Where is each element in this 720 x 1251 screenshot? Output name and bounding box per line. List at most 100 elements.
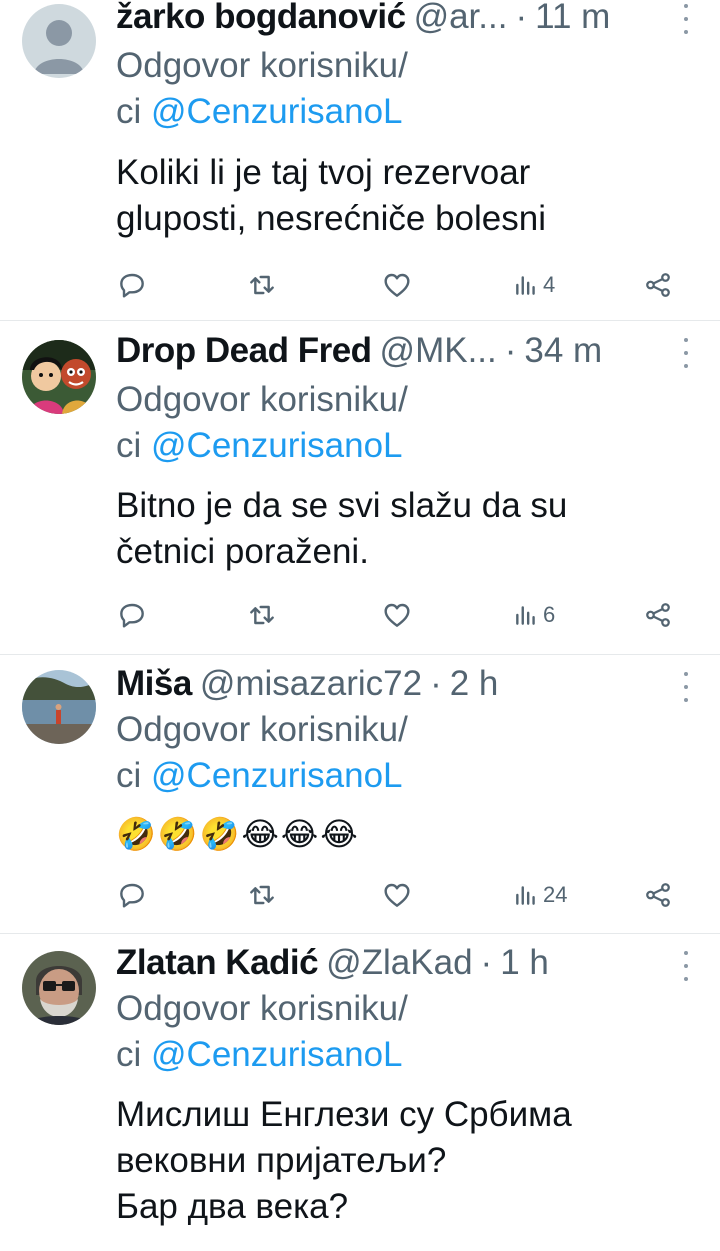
tweet-header: Zlatan Kadić @ZlaKad · 1 h — [116, 940, 656, 986]
more-icon[interactable] — [680, 4, 692, 34]
more-icon[interactable] — [680, 338, 692, 368]
emoji: 😂 — [320, 816, 358, 852]
mention-link[interactable]: @CenzurisanoL — [151, 1035, 403, 1074]
divider — [0, 933, 720, 934]
views-count: 4 — [543, 272, 556, 297]
divider — [0, 654, 720, 655]
share-button[interactable] — [643, 595, 673, 635]
author-name[interactable]: Drop Dead Fred — [116, 328, 372, 374]
like-button[interactable] — [381, 875, 413, 915]
beach-avatar-icon — [22, 670, 96, 744]
mention-link[interactable]: @CenzurisanoL — [151, 92, 403, 131]
reply-icon — [120, 883, 144, 908]
emoji: 🤣 — [157, 816, 198, 852]
man-glasses-avatar-icon — [22, 951, 96, 1025]
reply-button[interactable] — [116, 265, 148, 305]
retweet-button[interactable] — [246, 875, 278, 915]
author-handle[interactable]: @ar... — [414, 0, 508, 40]
separator-dot: · — [480, 943, 493, 982]
reply-prefix: Odgovor korisniku/ — [116, 380, 408, 419]
tweet-text-line: Бар два века? — [116, 1187, 349, 1226]
reply-prefix: Odgovor korisniku/ — [116, 46, 408, 85]
more-icon[interactable] — [680, 672, 692, 702]
like-icon — [384, 273, 410, 297]
action-bar: 4 — [0, 265, 720, 305]
reply-icon — [120, 273, 144, 298]
retweet-button[interactable] — [246, 265, 278, 305]
reply-prefix-cont: ci — [116, 426, 142, 465]
author-name[interactable]: Zlatan Kadić — [116, 940, 319, 986]
separator-dot: · — [430, 664, 442, 703]
views-count: 24 — [543, 882, 568, 907]
timestamp[interactable]: 1 h — [500, 940, 549, 986]
retweet-button[interactable] — [246, 595, 278, 635]
mention-link[interactable]: @CenzurisanoL — [151, 756, 403, 795]
cartoon-avatar-icon — [22, 340, 96, 414]
tweet-header: Miša @misazaric72 · 2 h — [116, 661, 656, 707]
avatar[interactable] — [22, 340, 96, 414]
tweet-text-line: gluposti, nesrećniče bolesni — [116, 199, 546, 238]
timestamp[interactable]: 11 m — [535, 0, 610, 40]
mention-link[interactable]: @CenzurisanoL — [151, 426, 403, 465]
like-icon — [384, 883, 410, 907]
action-bar: 6 — [0, 595, 720, 635]
reply-button[interactable] — [116, 875, 148, 915]
tweet-text: Мислиш Енглези су Србима вековни пријате… — [116, 1092, 680, 1230]
default-avatar-icon — [22, 4, 96, 78]
views-icon — [516, 276, 535, 295]
separator-dot: · — [504, 331, 517, 370]
emoji: 🤣 — [199, 816, 240, 852]
reply-prefix-cont: ci — [116, 1035, 142, 1074]
separator-dot: · — [515, 0, 528, 36]
tweet-text-line: Bitno je da se svi slažu da su — [116, 486, 568, 525]
retweet-icon — [250, 605, 274, 625]
tweet-header: žarko bogdanović @ar... · 11 m — [116, 0, 656, 40]
share-button[interactable] — [643, 265, 673, 305]
views-count: 6 — [543, 602, 556, 627]
reply-button[interactable] — [116, 595, 148, 635]
reply-context: Odgovor korisniku/ ci @CenzurisanoL — [116, 377, 680, 469]
tweet-text-line: Мислиш Енглези су Србима — [116, 1095, 572, 1134]
tweet-text: Koliki li je taj tvoj rezervoar gluposti… — [116, 150, 680, 242]
reply-context: Odgovor korisniku/ ci @CenzurisanoL — [116, 707, 680, 799]
author-name[interactable]: žarko bogdanović — [116, 0, 406, 40]
like-button[interactable] — [381, 595, 413, 635]
avatar[interactable] — [22, 4, 96, 78]
reply-context: Odgovor korisniku/ ci @CenzurisanoL — [116, 43, 680, 135]
share-icon — [646, 273, 670, 297]
share-button[interactable] — [643, 875, 673, 915]
share-icon — [646, 883, 670, 907]
avatar[interactable] — [22, 670, 96, 744]
emoji: 😂 — [280, 816, 319, 852]
tweet-header: Drop Dead Fred @MK... · 34 m — [116, 328, 656, 374]
avatar[interactable] — [22, 951, 96, 1025]
tweet-text-line: Koliki li je taj tvoj rezervoar — [116, 153, 531, 192]
reply-prefix-cont: ci — [116, 92, 142, 131]
views-button[interactable]: 4 — [513, 265, 555, 305]
reply-context: Odgovor korisniku/ ci @CenzurisanoL — [116, 986, 680, 1078]
retweet-icon — [250, 885, 274, 905]
retweet-icon — [250, 275, 274, 295]
author-name[interactable]: Miša — [116, 661, 192, 707]
emoji: 🤣 — [116, 816, 156, 852]
tweet-text-line: četnici poraženi. — [116, 532, 369, 571]
like-icon — [384, 603, 410, 627]
reply-prefix: Odgovor korisniku/ — [116, 710, 408, 749]
author-handle[interactable]: @MK... — [380, 328, 497, 374]
author-handle[interactable]: @ZlaKad — [326, 940, 472, 986]
reply-prefix: Odgovor korisniku/ — [116, 989, 408, 1028]
more-icon[interactable] — [680, 951, 692, 981]
views-icon — [516, 886, 535, 905]
reply-prefix-cont: ci — [116, 756, 142, 795]
tweet-text: 🤣 🤣 🤣 😂 😂 😂 — [116, 811, 680, 857]
timestamp[interactable]: 2 h — [450, 661, 499, 707]
views-button[interactable]: 24 — [513, 875, 567, 915]
views-button[interactable]: 6 — [513, 595, 555, 635]
share-icon — [646, 603, 670, 627]
views-icon — [516, 606, 535, 625]
action-bar: 24 — [0, 875, 720, 915]
author-handle[interactable]: @misazaric72 — [200, 661, 422, 707]
like-button[interactable] — [381, 265, 413, 305]
tweet-text-line: вековни пријатељи? — [116, 1141, 447, 1180]
timestamp[interactable]: 34 m — [524, 328, 602, 374]
